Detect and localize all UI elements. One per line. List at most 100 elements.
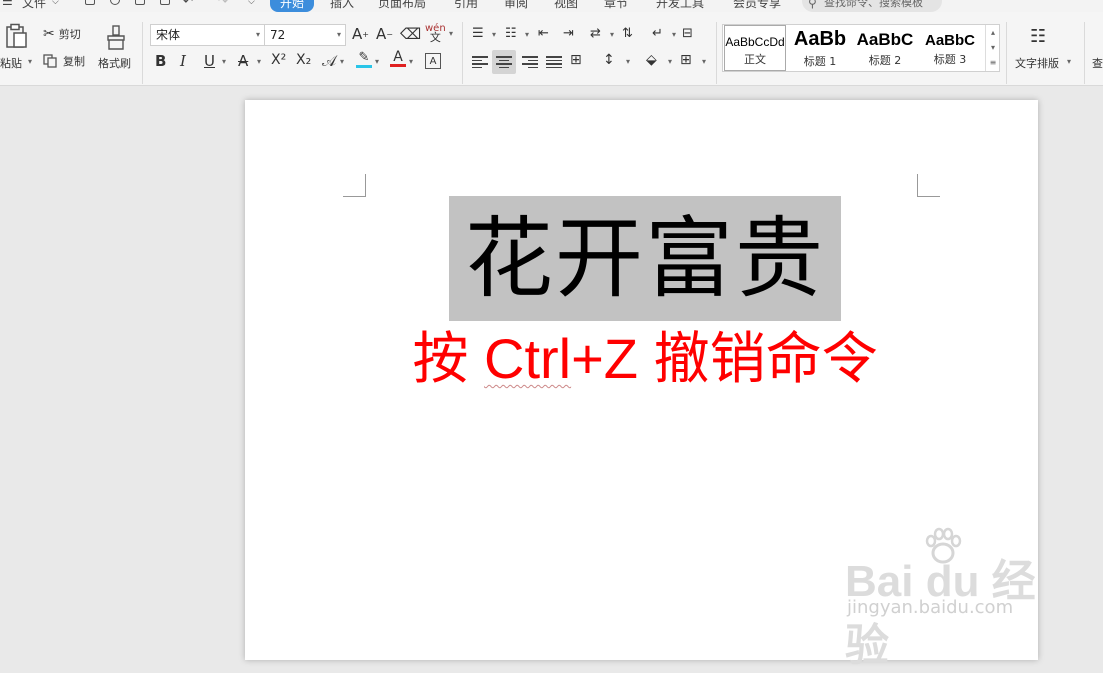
font-size-select[interactable]: 72 ▾: [264, 24, 346, 46]
highlight-button[interactable]: ✎: [356, 50, 372, 68]
margin-corner-mark: [917, 174, 940, 197]
font-name-select[interactable]: 宋体 ▾: [150, 24, 265, 46]
chevron-down-icon[interactable]: ▾: [668, 57, 672, 66]
tab-view[interactable]: 视图: [554, 0, 578, 11]
shading-icon[interactable]: ⬙: [646, 52, 657, 68]
style-name: 标题 1: [803, 55, 837, 68]
chevron-down-icon[interactable]: ▾: [492, 30, 496, 39]
align-right-icon[interactable]: [522, 56, 538, 68]
font-name-value: 宋体: [156, 28, 181, 42]
clear-format-icon[interactable]: ⌫: [400, 25, 421, 43]
chevron-down-icon[interactable]: ⌵: [248, 0, 255, 7]
instruction-text[interactable]: 按 Ctrl+Z 撤销命令: [385, 324, 905, 394]
character-border-icon[interactable]: A: [425, 53, 441, 69]
strikethrough-button[interactable]: A: [238, 52, 248, 70]
chevron-down-icon[interactable]: ▾: [525, 30, 529, 39]
command-search-box[interactable]: ⚲ 查找命令、搜索模板: [802, 0, 942, 12]
tab-home[interactable]: 开始: [270, 0, 314, 12]
selected-title-text[interactable]: 花开富贵: [449, 196, 841, 321]
align-center-button-active[interactable]: [492, 50, 516, 74]
tab-developer[interactable]: 开发工具: [656, 0, 704, 11]
chevron-down-icon[interactable]: ▾: [1067, 57, 1071, 66]
style-name: 标题 2: [868, 54, 902, 67]
superscript-button[interactable]: X²: [271, 52, 286, 68]
line-spacing-icon[interactable]: ↕: [603, 52, 615, 68]
style-sample: AaBbC: [924, 32, 975, 49]
menu-icon[interactable]: ☰: [2, 0, 13, 8]
chevron-down-icon[interactable]: ▾: [409, 57, 413, 66]
increase-font-size-icon[interactable]: A +: [352, 25, 369, 43]
chevron-up-icon[interactable]: ▴: [986, 25, 1000, 40]
numbered-list-icon[interactable]: ☷: [505, 26, 517, 41]
tab-page-layout[interactable]: 页面布局: [378, 0, 426, 11]
italic-button[interactable]: I: [180, 52, 186, 70]
instruction-suffix: 撤销命令: [653, 327, 878, 392]
tab-member[interactable]: 会员专享: [733, 0, 781, 11]
chevron-down-icon[interactable]: ▾: [610, 30, 614, 39]
font-color-button[interactable]: A: [390, 50, 406, 67]
group-separator: [462, 22, 463, 84]
align-center-icon: [496, 56, 512, 68]
text-direction-icon[interactable]: ⇄: [590, 26, 601, 41]
export-pdf-icon[interactable]: [110, 0, 120, 5]
styles-scroll[interactable]: ▴ ▾ ≡: [985, 25, 1000, 71]
chevron-down-icon[interactable]: ▾: [702, 57, 706, 66]
more-styles-icon[interactable]: ≡: [986, 55, 1000, 70]
print-icon[interactable]: [135, 0, 145, 5]
chevron-down-icon[interactable]: ▾: [340, 57, 344, 66]
bullet-list-icon[interactable]: ☰: [472, 26, 484, 41]
tab-references[interactable]: 引用: [454, 0, 478, 11]
cut-button[interactable]: ✂ 剪切: [43, 25, 81, 43]
chevron-down-icon[interactable]: ▾: [257, 57, 261, 66]
tab-stops-icon[interactable]: ⊟: [682, 26, 693, 41]
align-left-icon[interactable]: [472, 56, 488, 68]
instruction-key: Ctrl: [484, 327, 572, 390]
chevron-down-icon[interactable]: ▾: [672, 30, 676, 39]
phonetic-guide-button[interactable]: wén 文: [425, 24, 446, 44]
undo-icon[interactable]: ↶: [183, 0, 193, 8]
redo-icon[interactable]: ↷: [218, 0, 228, 8]
tab-chapter[interactable]: 章节: [604, 0, 628, 11]
chevron-down-icon: ▾: [336, 30, 341, 39]
chevron-down-icon[interactable]: ▾: [986, 40, 1000, 55]
format-painter-label[interactable]: 格式刷: [98, 55, 131, 71]
style-heading-1[interactable]: AaBb 标题 1: [789, 25, 851, 71]
distribute-icon[interactable]: ⊞: [570, 52, 582, 68]
copy-button[interactable]: 复制: [43, 52, 85, 70]
tab-insert[interactable]: 插入: [330, 0, 354, 11]
scissors-icon: ✂: [43, 26, 55, 42]
paste-label[interactable]: 粘贴: [0, 55, 22, 71]
chevron-down-icon[interactable]: ▾: [626, 57, 630, 66]
sort-icon[interactable]: ⇅: [622, 26, 633, 41]
style-heading-3[interactable]: AaBbC 标题 3: [919, 25, 981, 71]
watermark-url: jingyan.baidu.com: [847, 597, 1014, 618]
chevron-down-icon[interactable]: ▾: [375, 57, 379, 66]
find-label[interactable]: 查: [1092, 55, 1103, 71]
underline-button[interactable]: U: [204, 52, 215, 70]
text-layout-label[interactable]: 文字排版: [1015, 55, 1059, 71]
chevron-down-icon[interactable]: ▾: [449, 29, 453, 38]
justify-icon[interactable]: [546, 56, 562, 68]
chevron-down-icon[interactable]: ⌵: [52, 0, 59, 7]
decrease-font-size-icon[interactable]: A −: [376, 25, 393, 43]
style-sample: AaBb: [793, 28, 847, 50]
text-layout-icon[interactable]: ☷: [1030, 26, 1046, 47]
text-effect-icon[interactable]: 𝒜: [322, 52, 336, 70]
style-normal[interactable]: AaBbCcDd 正文: [724, 25, 786, 71]
format-painter-button[interactable]: [104, 24, 128, 52]
increase-indent-icon[interactable]: ⇥: [563, 26, 574, 41]
subscript-button[interactable]: X₂: [296, 52, 311, 68]
decrease-indent-icon[interactable]: ⇤: [538, 26, 549, 41]
tab-review[interactable]: 审阅: [504, 0, 528, 11]
print-preview-icon[interactable]: [160, 0, 170, 5]
chevron-down-icon[interactable]: ▾: [222, 57, 226, 66]
bold-button[interactable]: B: [155, 52, 166, 70]
menu-file[interactable]: 文件: [22, 0, 46, 11]
paste-button[interactable]: [4, 22, 28, 50]
borders-icon[interactable]: ⊞: [680, 52, 692, 68]
chevron-down-icon[interactable]: ▾: [28, 57, 32, 66]
style-heading-2[interactable]: AaBbC 标题 2: [854, 25, 916, 71]
save-icon[interactable]: [85, 0, 95, 5]
paragraph-marks-icon[interactable]: ↵: [652, 26, 663, 41]
search-placeholder: 查找命令、搜索模板: [824, 0, 923, 9]
